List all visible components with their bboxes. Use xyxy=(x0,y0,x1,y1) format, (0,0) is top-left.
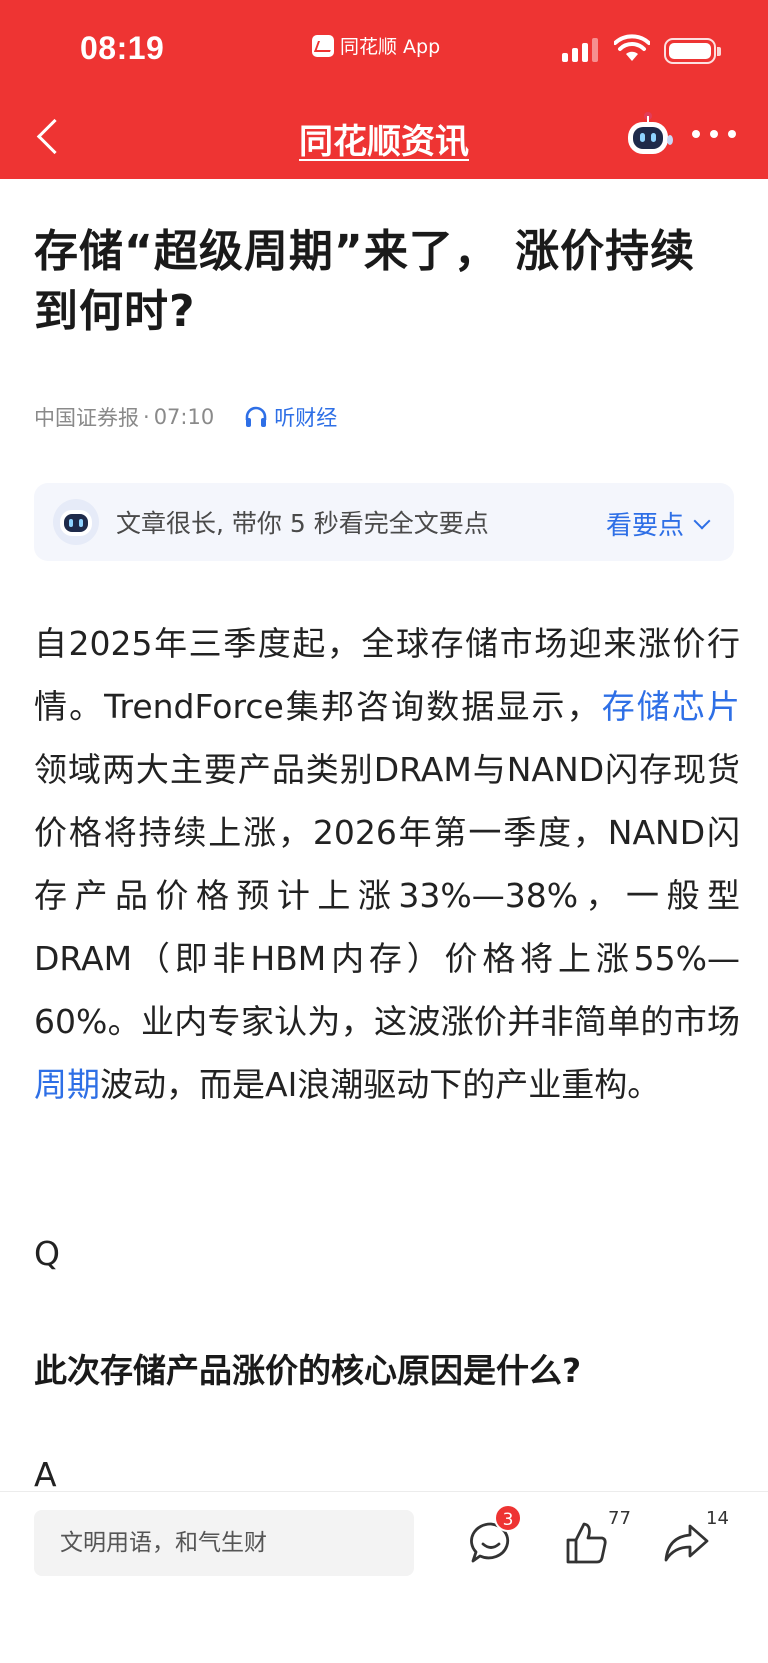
share-button[interactable]: 14 xyxy=(660,1508,729,1574)
article-paragraph: 自2025年三季度起，全球存储市场迎来涨价行情。TrendForce集邦咨询数据… xyxy=(34,612,740,1116)
paragraph-text: 领域两大主要产品类别DRAM与NAND闪存现货价格将持续上涨，2026年第一季度… xyxy=(34,750,740,1041)
answer-marker: A xyxy=(34,1455,57,1494)
robot-assistant-icon[interactable] xyxy=(624,108,676,160)
status-bar: 08:19 同花顺 App xyxy=(0,0,768,96)
listen-label: 听财经 xyxy=(274,406,338,430)
like-count: 77 xyxy=(608,1508,631,1529)
summary-prompt: 文章很长, 带你 5 秒看完全文要点 xyxy=(116,509,489,538)
like-button[interactable]: 77 xyxy=(562,1508,631,1574)
nav-bar: 同花顺资讯 xyxy=(0,96,768,179)
app-header: 08:19 同花顺 App 同花顺资讯 xyxy=(0,0,768,179)
view-key-points-link[interactable]: 看要点 xyxy=(605,505,711,542)
question-heading: 此次存储产品涨价的核心原因是什么? xyxy=(34,1351,582,1390)
share-icon xyxy=(664,1524,709,1562)
thumbs-up-icon xyxy=(566,1522,607,1564)
view-key-points-label: 看要点 xyxy=(605,511,684,541)
battery-icon xyxy=(664,38,721,64)
summary-card[interactable]: 文章很长, 带你 5 秒看完全文要点 看要点 xyxy=(34,483,734,561)
app-logo-icon xyxy=(312,34,334,57)
article-source: 中国证券报 xyxy=(34,406,139,430)
more-icon[interactable] xyxy=(692,124,736,144)
chevron-down-icon xyxy=(693,512,711,529)
meta-separator: · xyxy=(143,405,150,429)
wifi-icon xyxy=(614,34,650,61)
article-meta: 中国证券报 · 07:10 听财经 xyxy=(34,402,337,432)
comment-count-badge: 3 xyxy=(494,1504,522,1532)
article-title: 存储“超级周期”来了， 涨价持续到何时? xyxy=(34,226,696,337)
app-source-tag[interactable]: 同花顺 App xyxy=(312,32,440,59)
share-count: 14 xyxy=(706,1508,729,1529)
paragraph-text: 波动，而是AI浪潮驱动下的产业重构。 xyxy=(100,1065,661,1104)
bottom-action-bar: 3 77 14 xyxy=(0,1491,768,1663)
comment-input[interactable] xyxy=(34,1510,414,1576)
signal-icon xyxy=(562,38,598,62)
link-cycle[interactable]: 周期 xyxy=(34,1065,100,1104)
article-time: 07:10 xyxy=(153,405,215,429)
headphones-icon xyxy=(245,406,267,427)
link-storage-chip[interactable]: 存储芯片 xyxy=(602,687,740,726)
robot-summary-icon xyxy=(53,499,99,545)
app-source-label: 同花顺 App xyxy=(340,36,441,58)
comment-button[interactable]: 3 xyxy=(464,1504,524,1574)
question-marker: Q xyxy=(34,1234,60,1273)
status-time: 08:19 xyxy=(80,30,165,66)
listen-button[interactable]: 听财经 xyxy=(244,402,337,432)
